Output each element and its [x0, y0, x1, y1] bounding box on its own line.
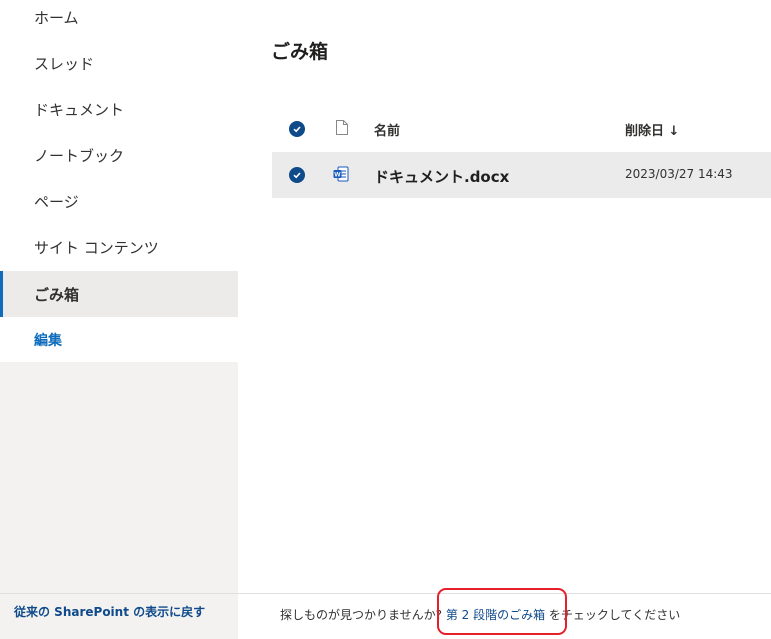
file-type-icon: [336, 120, 348, 135]
column-header-deleted-date[interactable]: 削除日 ↓: [625, 120, 679, 139]
list-header-row: 名前 削除日 ↓: [272, 108, 771, 152]
word-doc-icon: W: [333, 166, 349, 182]
page-title: ごみ箱: [271, 41, 329, 63]
classic-sharepoint-link[interactable]: 従来の SharePoint の表示に戻す: [14, 603, 205, 620]
nav-item-label: ページ: [34, 192, 79, 211]
nav-list: ホーム スレッド ドキュメント ノートブック ページ サイト コンテンツ ごみ箱…: [0, 0, 238, 362]
checkmark-icon: [293, 172, 301, 179]
nav-item-label: ノートブック: [34, 146, 125, 165]
nav-item-recycle-bin[interactable]: ごみ箱: [0, 271, 238, 317]
nav-item-pages[interactable]: ページ: [0, 178, 238, 224]
nav-item-label: ホーム: [34, 8, 79, 27]
left-navigation: ホーム スレッド ドキュメント ノートブック ページ サイト コンテンツ ごみ箱…: [0, 0, 238, 639]
highlight-annotation: [437, 588, 567, 635]
nav-item-documents[interactable]: ドキュメント: [0, 86, 238, 132]
column-header-name[interactable]: 名前: [374, 120, 400, 139]
footer-prefix: 探しものが見つかりませんか?: [280, 608, 446, 622]
table-row[interactable]: W ドキュメント.docx 2023/03/27 14:43: [272, 152, 771, 198]
nav-item-label: スレッド: [34, 54, 95, 73]
divider: [0, 593, 238, 594]
svg-text:W: W: [334, 172, 341, 179]
edit-nav-label: 編集: [34, 333, 62, 349]
nav-item-home[interactable]: ホーム: [0, 0, 238, 40]
file-name[interactable]: ドキュメント.docx: [374, 166, 509, 187]
select-all-checkbox[interactable]: [289, 121, 305, 137]
edit-nav-link[interactable]: 編集: [0, 317, 238, 363]
row-checkbox[interactable]: [289, 167, 305, 183]
nav-item-label: サイト コンテンツ: [34, 238, 159, 257]
nav-item-notebook[interactable]: ノートブック: [0, 132, 238, 178]
nav-item-site-contents[interactable]: サイト コンテンツ: [0, 224, 238, 270]
deleted-date: 2023/03/27 14:43: [625, 167, 733, 181]
nav-item-label: ごみ箱: [34, 285, 80, 304]
checkmark-icon: [293, 126, 301, 133]
nav-item-label: ドキュメント: [34, 100, 125, 119]
nav-item-threads[interactable]: スレッド: [0, 40, 238, 86]
